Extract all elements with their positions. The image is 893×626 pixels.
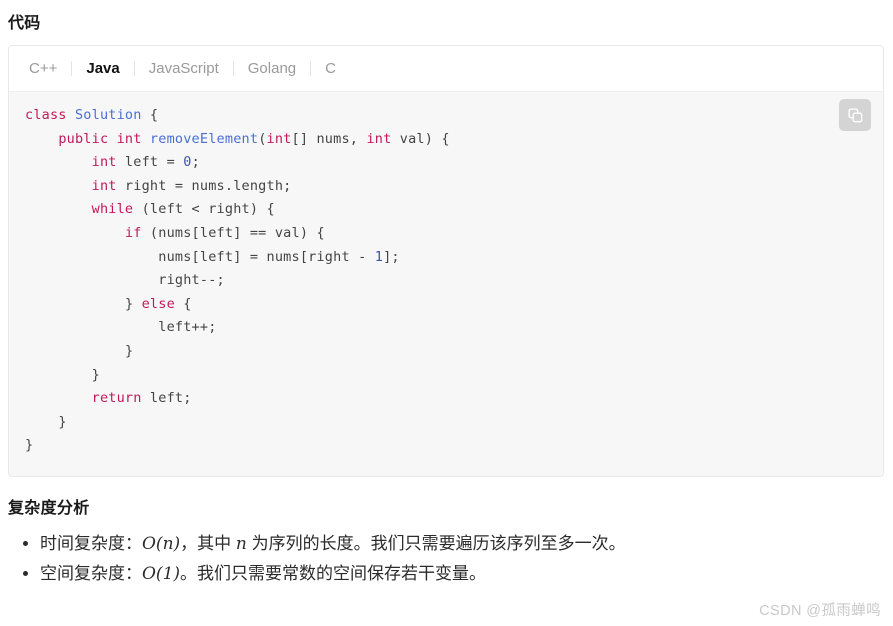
code-token-pl: } bbox=[58, 413, 67, 430]
code-line: nums[left] = nums[right - 1]; bbox=[25, 249, 400, 265]
list-item: 空间复杂度：O(1)。我们只需要常数的空间保存若干变量。 bbox=[40, 560, 626, 588]
copy-icon bbox=[847, 107, 862, 122]
code-token-pl: right = nums.length; bbox=[116, 177, 292, 194]
complexity-text: 。我们只需要常数的空间保存若干变量。 bbox=[180, 564, 487, 583]
code-line: } else { bbox=[25, 296, 192, 312]
code-line: left++; bbox=[25, 319, 217, 335]
code-line: if (nums[left] == val) { bbox=[25, 225, 325, 241]
list-item: 时间复杂度：O(n)，其中 n 为序列的长度。我们只需要遍历该序列至多一次。 bbox=[40, 530, 626, 558]
code-token-kw: class bbox=[25, 107, 67, 123]
code-token-pl: (left < right) { bbox=[133, 201, 275, 218]
tab-javascript[interactable]: JavaScript bbox=[135, 59, 233, 79]
code-token-num: 1 bbox=[374, 248, 384, 265]
code-token-kw: int bbox=[366, 130, 392, 147]
page-title: 代码 bbox=[8, 15, 41, 32]
code-token-pl: left = bbox=[116, 154, 184, 171]
code-line: class Solution { bbox=[25, 107, 158, 123]
code-token-kw: int bbox=[91, 177, 117, 194]
complexity-variable: n bbox=[235, 534, 247, 554]
code-token-pl: ]; bbox=[383, 248, 400, 265]
code-token-kw: int bbox=[266, 130, 292, 147]
complexity-mid: ，其中 bbox=[180, 534, 236, 553]
code-line: int right = nums.length; bbox=[25, 178, 292, 194]
code-token-kw: if bbox=[124, 224, 142, 241]
code-line: right--; bbox=[25, 272, 225, 288]
code-token-pl: left++; bbox=[158, 319, 217, 336]
complexity-label: 空间复杂度： bbox=[40, 564, 142, 583]
code-token-kw: else bbox=[141, 295, 175, 312]
code-token-pl: ( bbox=[258, 130, 267, 147]
complexity-label: 时间复杂度： bbox=[40, 534, 142, 553]
tab-golang[interactable]: Golang bbox=[234, 59, 310, 79]
tab-java[interactable]: Java bbox=[72, 59, 133, 79]
code-token-pl: { bbox=[174, 295, 192, 312]
code-token-pl: } bbox=[124, 295, 142, 312]
code-token-kw: while bbox=[91, 201, 134, 218]
code-block: class Solution { public int removeElemen… bbox=[9, 104, 883, 458]
code-line: } bbox=[25, 414, 67, 430]
language-tabbar: C++ Java JavaScript Golang C bbox=[9, 46, 883, 91]
complexity-heading: 复杂度分析 bbox=[8, 500, 90, 517]
tab-c[interactable]: C bbox=[311, 59, 350, 79]
code-token-kw: int bbox=[116, 130, 142, 147]
code-token-fn: removeElement bbox=[149, 130, 259, 147]
code-line: while (left < right) { bbox=[25, 201, 275, 217]
code-line: } bbox=[25, 367, 100, 383]
tab-cpp[interactable]: C++ bbox=[15, 59, 71, 79]
code-area: class Solution { public int removeElemen… bbox=[9, 91, 883, 476]
code-token-pl: (nums[left] == val) { bbox=[141, 224, 325, 241]
code-token-pl: ; bbox=[191, 154, 200, 171]
code-token-pl: right--; bbox=[158, 272, 225, 289]
code-token-num: 0 bbox=[183, 154, 192, 171]
complexity-list: 时间复杂度：O(n)，其中 n 为序列的长度。我们只需要遍历该序列至多一次。空间… bbox=[8, 530, 626, 590]
code-line: return left; bbox=[25, 390, 192, 406]
code-token-pl: } bbox=[25, 437, 34, 454]
complexity-text: 为序列的长度。我们只需要遍历该序列至多一次。 bbox=[246, 534, 626, 553]
code-token-pl: val) { bbox=[391, 130, 450, 147]
code-token-pl: left; bbox=[141, 390, 192, 407]
code-token-kw: int bbox=[91, 154, 117, 171]
code-line: int left = 0; bbox=[25, 154, 200, 170]
code-token-kw: public bbox=[58, 130, 109, 147]
code-line: } bbox=[25, 343, 133, 359]
code-token-pl: [] nums, bbox=[291, 130, 367, 147]
code-token-kw: return bbox=[91, 390, 142, 407]
code-token-fn: Solution bbox=[74, 107, 142, 123]
complexity-notation: O(1) bbox=[142, 564, 181, 584]
code-card: C++ Java JavaScript Golang C class Solution … bbox=[8, 45, 884, 477]
copy-button[interactable] bbox=[839, 99, 871, 131]
code-token-pl: nums[left] = nums[right - bbox=[158, 248, 375, 265]
code-token-pl: } bbox=[91, 366, 100, 383]
csdn-watermark: CSDN @孤雨蝉鸣 bbox=[759, 603, 881, 619]
code-token-pl: { bbox=[141, 107, 159, 123]
code-line: } bbox=[25, 437, 33, 453]
complexity-notation: O(n) bbox=[142, 534, 181, 554]
code-token-pl: } bbox=[124, 342, 134, 359]
code-line: public int removeElement(int[] nums, int… bbox=[25, 131, 450, 147]
